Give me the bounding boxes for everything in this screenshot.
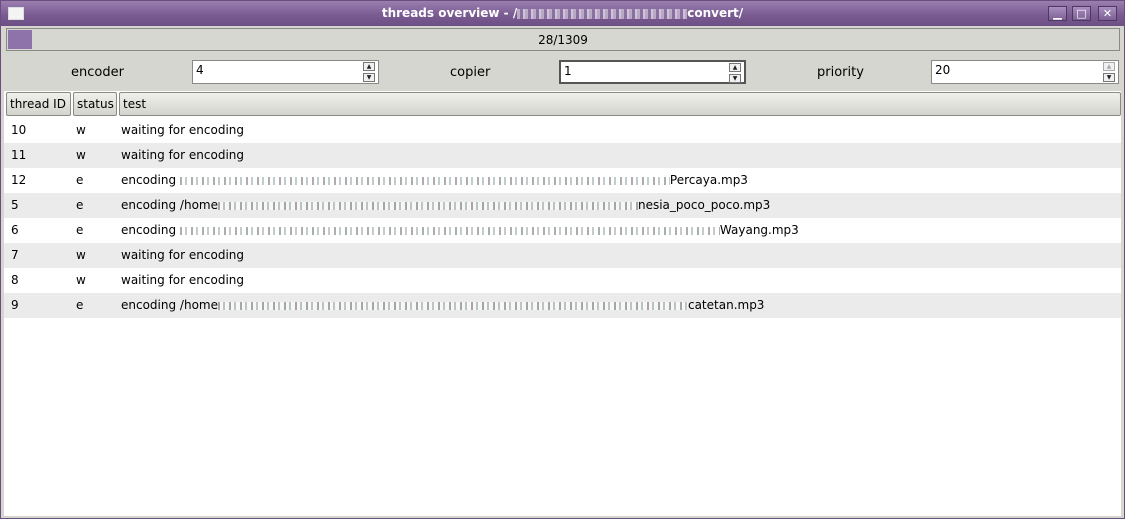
- thread-id-cell: 11: [11, 148, 27, 162]
- test-text-start: waiting for encoding: [121, 248, 244, 262]
- test-text-start: waiting for encoding: [121, 148, 244, 162]
- window-title: threads overview - / convert/: [1, 6, 1124, 20]
- test-cell: encoding Percaya.mp3: [121, 168, 748, 193]
- progress-text: 28/1309: [538, 33, 588, 47]
- table-row[interactable]: 9 e encoding /home catetan.mp3: [4, 293, 1121, 318]
- redacted-path: [179, 176, 670, 185]
- test-cell: waiting for encoding: [121, 243, 244, 268]
- priority-label: priority: [817, 65, 864, 80]
- minimize-button[interactable]: ▁: [1048, 6, 1067, 21]
- status-cell: e: [76, 298, 84, 312]
- test-text-start: waiting for encoding: [121, 123, 244, 137]
- column-header-status[interactable]: status: [73, 92, 117, 116]
- status-cell: w: [76, 273, 86, 287]
- table-row[interactable]: 8 w waiting for encoding: [4, 268, 1121, 293]
- copier-input[interactable]: [564, 64, 714, 78]
- table-row[interactable]: 7 w waiting for encoding: [4, 243, 1121, 268]
- encoder-input[interactable]: [196, 63, 346, 77]
- test-cell: waiting for encoding: [121, 268, 244, 293]
- redacted-path: [217, 201, 638, 210]
- test-cell: waiting for encoding: [121, 118, 244, 143]
- thread-id-cell: 12: [11, 173, 27, 187]
- test-text-start: encoding: [121, 223, 180, 237]
- thread-id-cell: 10: [11, 123, 27, 137]
- redacted-path: [179, 226, 720, 235]
- table-row[interactable]: 11 w waiting for encoding: [4, 143, 1121, 168]
- table-header: thread ID status test: [6, 92, 1121, 116]
- test-text-start: encoding: [121, 173, 180, 187]
- redacted-path: [217, 301, 688, 310]
- test-text-end: catetan.mp3: [687, 298, 765, 312]
- thread-id-cell: 7: [11, 248, 19, 262]
- status-cell: e: [76, 173, 84, 187]
- close-button[interactable]: ✕: [1098, 6, 1117, 21]
- progress-bar: 28/1309: [6, 28, 1120, 51]
- test-cell: waiting for encoding: [121, 143, 244, 168]
- priority-input[interactable]: [935, 63, 1085, 77]
- status-cell: e: [76, 223, 84, 237]
- window-title-suffix: convert/: [687, 6, 744, 20]
- test-cell: encoding /home nesia_poco_poco.mp3: [121, 193, 770, 218]
- copier-down-arrow-icon[interactable]: ▼: [729, 74, 741, 83]
- encoder-up-arrow-icon[interactable]: ▲: [363, 62, 375, 71]
- test-text-end: Percaya.mp3: [669, 173, 748, 187]
- test-text-start: encoding /home: [121, 298, 218, 312]
- maximize-button[interactable]: □: [1072, 6, 1091, 21]
- test-text-end: Wayang.mp3: [719, 223, 799, 237]
- thread-id-cell: 9: [11, 298, 19, 312]
- app-window: threads overview - / convert/ ▁ □ ✕ 28/13…: [0, 0, 1125, 519]
- status-cell: e: [76, 198, 84, 212]
- copier-spinbox[interactable]: ▲ ▼: [559, 60, 746, 84]
- title-bar[interactable]: threads overview - / convert/ ▁ □ ✕: [1, 1, 1124, 26]
- encoder-down-arrow-icon[interactable]: ▼: [363, 73, 375, 82]
- status-cell: w: [76, 148, 86, 162]
- encoder-spinbox[interactable]: ▲ ▼: [192, 60, 379, 84]
- thread-id-cell: 6: [11, 223, 19, 237]
- priority-down-arrow-icon[interactable]: ▼: [1103, 73, 1115, 82]
- column-header-thread-id[interactable]: thread ID: [6, 92, 71, 116]
- table-row[interactable]: 12 e encoding Percaya.mp3: [4, 168, 1121, 193]
- window-title-prefix: threads overview - /: [381, 6, 518, 20]
- priority-up-arrow-icon[interactable]: ▲: [1103, 62, 1115, 71]
- test-text-start: encoding /home: [121, 198, 218, 212]
- status-cell: w: [76, 123, 86, 137]
- threads-table: thread ID status test 10 w waiting for enc…: [4, 91, 1121, 516]
- copier-label: copier: [450, 65, 491, 80]
- encoder-label: encoder: [71, 65, 124, 80]
- thread-id-cell: 5: [11, 198, 19, 212]
- copier-up-arrow-icon[interactable]: ▲: [729, 63, 741, 72]
- priority-spinbox[interactable]: ▲ ▼: [931, 60, 1119, 84]
- table-row[interactable]: 6 e encoding Wayang.mp3: [4, 218, 1121, 243]
- test-cell: encoding Wayang.mp3: [121, 218, 799, 243]
- test-text-start: waiting for encoding: [121, 273, 244, 287]
- table-row[interactable]: 5 e encoding /home nesia_poco_poco.mp3: [4, 193, 1121, 218]
- test-cell: encoding /home catetan.mp3: [121, 293, 764, 318]
- test-text-end: nesia_poco_poco.mp3: [637, 198, 771, 212]
- redacted-path: [517, 8, 688, 19]
- table-row[interactable]: 10 w waiting for encoding: [4, 118, 1121, 143]
- status-cell: w: [76, 248, 86, 262]
- thread-id-cell: 8: [11, 273, 19, 287]
- column-header-test[interactable]: test: [119, 92, 1121, 116]
